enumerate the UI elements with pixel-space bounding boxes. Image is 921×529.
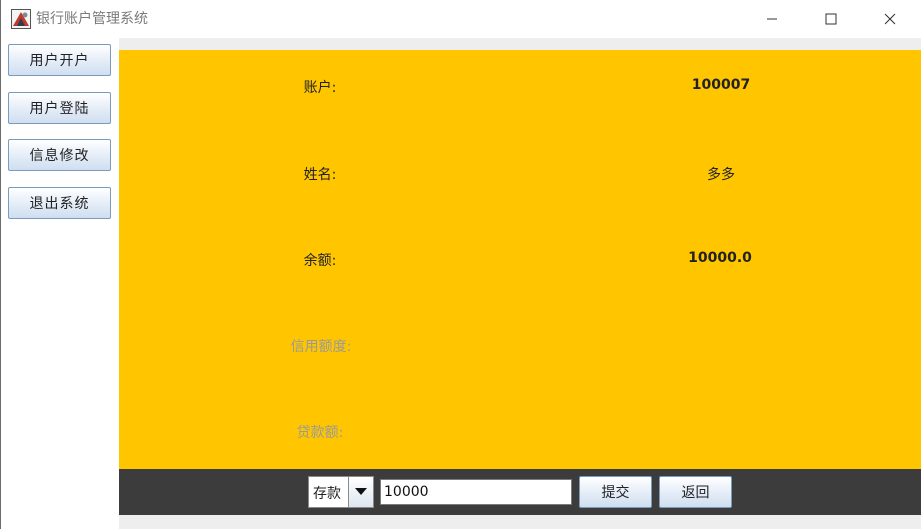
dropdown-arrow-button[interactable]: [348, 477, 373, 507]
minimize-button[interactable]: [743, 0, 801, 38]
loan-amount-label: 贷款额:: [296, 425, 344, 441]
title-bar[interactable]: 银行账户管理系统: [1, 0, 921, 38]
sidebar: 用户开户 用户登陆 信息修改 退出系统: [1, 38, 119, 529]
credit-limit-label: 信用额度:: [290, 339, 352, 355]
close-icon: [884, 13, 896, 25]
exit-system-button[interactable]: 退出系统: [8, 187, 111, 219]
balance-label: 余额:: [303, 253, 337, 269]
app-window: 银行账户管理系统 用户开户 用户登陆 信息修改 退出系统 账户: 100007: [0, 0, 921, 529]
bottom-strip: [119, 515, 921, 529]
edit-info-button[interactable]: 信息修改: [8, 139, 111, 171]
minimize-icon: [767, 18, 777, 20]
login-button[interactable]: 用户登陆: [8, 92, 111, 124]
close-button[interactable]: [861, 0, 919, 38]
account-label: 账户:: [303, 80, 337, 96]
maximize-button[interactable]: [802, 0, 860, 38]
window-title: 银行账户管理系统: [36, 11, 148, 27]
name-label: 姓名:: [303, 167, 337, 183]
submit-button[interactable]: 提交: [579, 476, 652, 508]
operation-select-value: 存款: [313, 486, 341, 502]
balance-value: 10000.0: [688, 250, 752, 266]
back-button[interactable]: 返回: [659, 476, 732, 508]
chevron-down-icon: [355, 488, 367, 495]
account-value: 100007: [691, 77, 751, 93]
account-info-panel: 账户: 100007 姓名: 多多 余额: 10000.0 信用额度: 贷款额:: [119, 50, 921, 469]
name-value: 多多: [707, 167, 735, 183]
maximize-icon: [825, 13, 837, 25]
amount-input[interactable]: [380, 479, 572, 505]
open-account-button[interactable]: 用户开户: [8, 44, 111, 76]
app-icon: [11, 9, 31, 29]
operation-select[interactable]: 存款: [308, 476, 374, 508]
top-strip: [119, 38, 921, 50]
